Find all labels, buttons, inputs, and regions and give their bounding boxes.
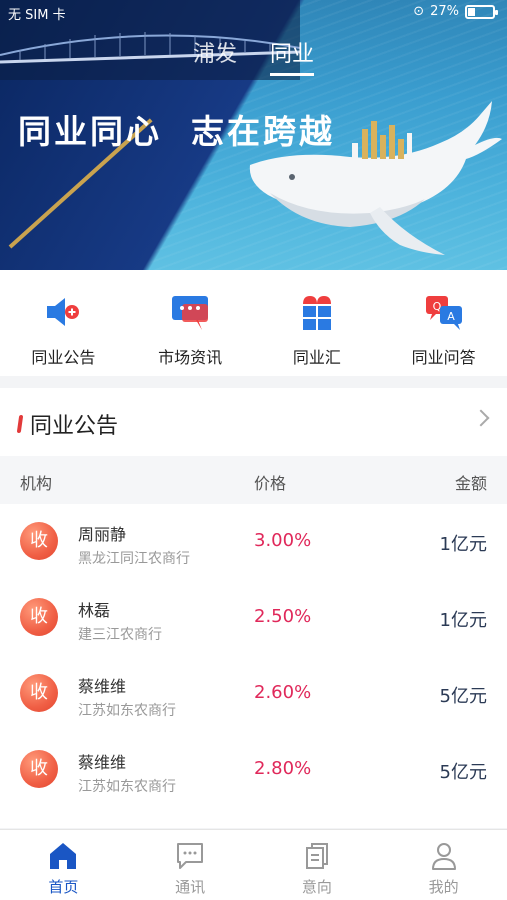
user-icon bbox=[431, 843, 456, 870]
nav-messages[interactable]: 通讯 bbox=[127, 830, 254, 900]
quick-menu: 同业公告 市场资讯 同业汇 Q A 同业问答 bbox=[0, 270, 507, 376]
tab-pufa[interactable]: 浦发 bbox=[193, 36, 237, 73]
quick-item-label: 同业公告 bbox=[31, 348, 96, 367]
lock-rotation-icon: ⊙ bbox=[413, 4, 425, 19]
table-row[interactable]: 收 林磊 建三江农商行 2.50% 1亿元 bbox=[0, 580, 507, 656]
column-header-price: 价格 bbox=[254, 474, 287, 493]
hero-banner[interactable]: 无 SIM 卡 ⊙ 27% 浦发 同业 同业同心 志在跨越 bbox=[0, 0, 507, 270]
quick-item-qa[interactable]: Q A 同业问答 bbox=[380, 270, 507, 376]
section-header[interactable]: 同业公告 bbox=[0, 388, 507, 456]
quick-item-label: 市场资讯 bbox=[158, 348, 223, 367]
nav-label: 我的 bbox=[428, 878, 459, 896]
megaphone-icon bbox=[47, 298, 80, 326]
chat-bubble-icon bbox=[172, 296, 209, 330]
price-value: 3.00% bbox=[254, 530, 312, 551]
quick-item-tongye-hui[interactable]: 同业汇 bbox=[254, 270, 381, 376]
document-icon bbox=[305, 843, 328, 869]
message-icon bbox=[177, 843, 204, 869]
announcements-section: 同业公告 机构 价格 金额 收 周丽静 黑龙江同江农商行 3.00% 1亿元 收… bbox=[0, 388, 507, 828]
carrier-label: 无 SIM 卡 bbox=[8, 8, 66, 23]
column-header-amount: 金额 bbox=[454, 474, 487, 493]
home-icon bbox=[50, 843, 77, 869]
battery-percent: 27% bbox=[430, 4, 459, 19]
receive-badge: 收 bbox=[20, 750, 58, 788]
amount-value: 1亿元 bbox=[439, 610, 487, 631]
amount-value: 1亿元 bbox=[439, 534, 487, 555]
tab-tongye[interactable]: 同业 bbox=[270, 36, 315, 76]
receive-badge: 收 bbox=[20, 674, 58, 712]
section-accent-bar bbox=[16, 415, 24, 433]
price-value: 2.80% bbox=[254, 758, 312, 779]
quick-item-label: 同业问答 bbox=[411, 348, 476, 367]
qa-icon: Q A bbox=[425, 296, 462, 330]
quick-item-announcements[interactable]: 同业公告 bbox=[0, 270, 127, 376]
status-bar: 无 SIM 卡 ⊙ 27% bbox=[0, 0, 507, 26]
nav-profile[interactable]: 我的 bbox=[380, 830, 507, 900]
bottom-nav: 首页 通讯 意向 我的 bbox=[0, 829, 507, 900]
nav-intent[interactable]: 意向 bbox=[254, 830, 381, 900]
contact-name: 蔡维维 bbox=[78, 677, 127, 696]
building-icon bbox=[302, 296, 331, 330]
bank-name: 江苏如东农商行 bbox=[78, 703, 176, 719]
contact-name: 周丽静 bbox=[78, 525, 127, 544]
nav-label: 首页 bbox=[48, 878, 79, 896]
amount-value: 5亿元 bbox=[439, 686, 487, 707]
chevron-right-icon[interactable] bbox=[472, 409, 490, 427]
bank-name: 黑龙江同江农商行 bbox=[78, 551, 190, 567]
nav-label: 意向 bbox=[301, 878, 332, 896]
contact-name: 蔡维维 bbox=[78, 753, 127, 772]
price-value: 2.50% bbox=[254, 606, 312, 627]
whale-illustration bbox=[249, 101, 502, 255]
table-row[interactable]: 收 蔡维维 江苏如东农商行 2.60% 5亿元 bbox=[0, 656, 507, 732]
table-row[interactable]: 收 蔡维维 江苏如东农商行 2.80% 5亿元 bbox=[0, 732, 507, 808]
bank-name: 江苏如东农商行 bbox=[78, 779, 176, 795]
amount-value: 5亿元 bbox=[439, 762, 487, 783]
svg-text:A: A bbox=[447, 310, 455, 323]
section-title: 同业公告 bbox=[30, 414, 119, 439]
table-row[interactable]: 收 周丽静 黑龙江同江农商行 3.00% 1亿元 bbox=[0, 504, 507, 580]
price-value: 2.60% bbox=[254, 682, 312, 703]
nav-home[interactable]: 首页 bbox=[0, 830, 127, 900]
nav-label: 通讯 bbox=[175, 878, 206, 896]
bank-name: 建三江农商行 bbox=[78, 627, 162, 643]
top-tabs: 浦发 同业 bbox=[0, 36, 507, 76]
receive-badge: 收 bbox=[20, 598, 58, 636]
contact-name: 林磊 bbox=[78, 601, 111, 620]
table-header: 机构 价格 金额 bbox=[0, 456, 507, 504]
battery-icon bbox=[465, 4, 498, 19]
quick-item-market-news[interactable]: 市场资讯 bbox=[127, 270, 254, 376]
column-header-org: 机构 bbox=[20, 474, 53, 493]
quick-item-label: 同业汇 bbox=[292, 348, 341, 367]
receive-badge: 收 bbox=[20, 522, 58, 560]
